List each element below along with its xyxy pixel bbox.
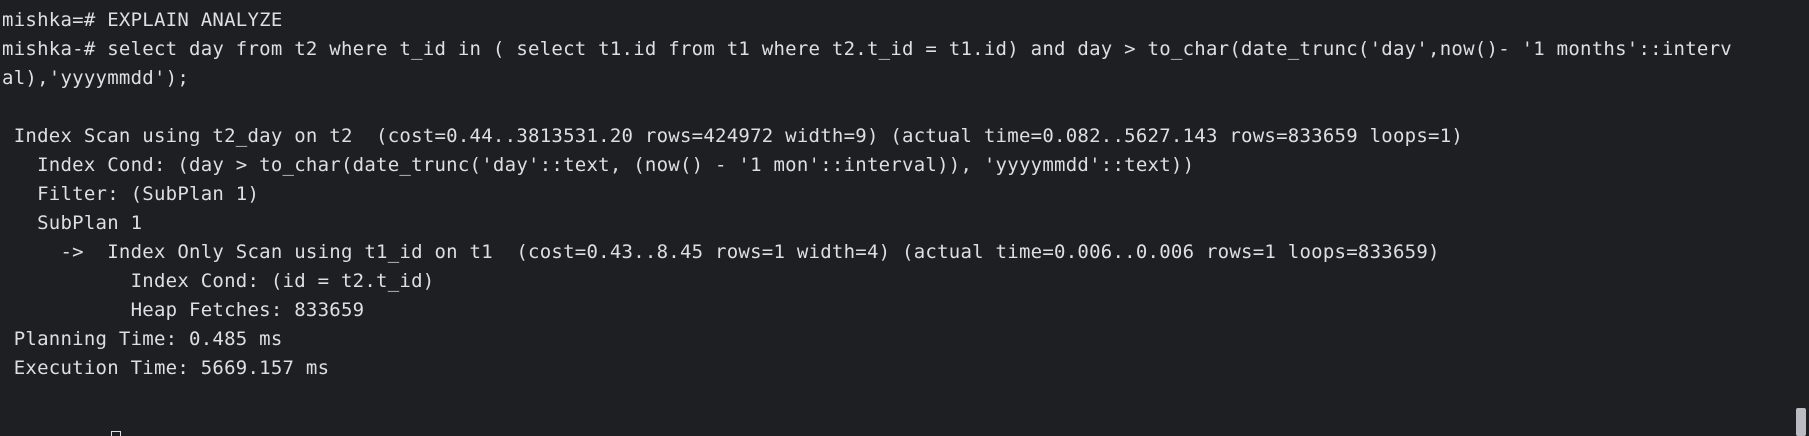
text-cursor-icon [111,431,121,436]
plan-line-execution-time: Execution Time: 5669.157 ms [2,357,330,379]
vertical-scrollbar[interactable] [1795,0,1809,436]
terminal-line-query-wrap: al),'yyyymmdd'); [2,67,190,89]
terminal-line-query: mishka-# select day from t2 where t_id i… [2,38,1732,60]
terminal-output[interactable]: mishka=# EXPLAIN ANALYZE mishka-# select… [0,0,1809,436]
scrollbar-thumb[interactable] [1796,408,1806,436]
